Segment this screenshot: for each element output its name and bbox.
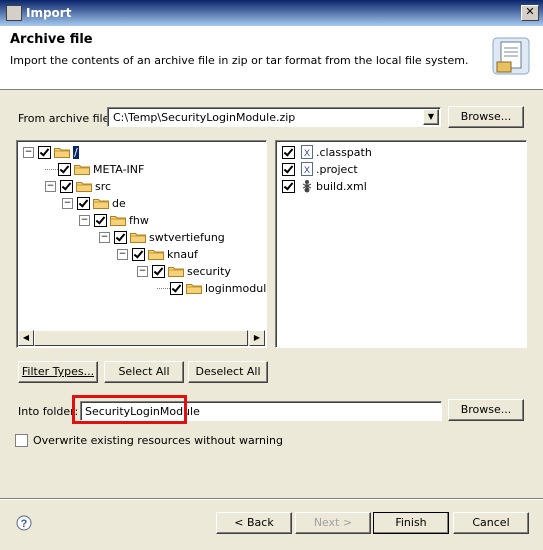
collapse-icon[interactable]: − bbox=[79, 214, 90, 226]
finish-button[interactable]: Finish bbox=[373, 512, 449, 534]
collapse-icon[interactable]: − bbox=[117, 248, 128, 260]
tree-item-checkbox[interactable] bbox=[60, 179, 73, 193]
tree-item-checkbox[interactable] bbox=[132, 247, 145, 261]
xml-file-icon: X bbox=[301, 162, 316, 176]
overwrite-checkbox[interactable]: Overwrite existing resources without war… bbox=[15, 434, 283, 447]
archive-wizard-icon bbox=[492, 37, 530, 75]
folder-icon bbox=[148, 249, 167, 260]
tree-item-label: swtvertiefung bbox=[149, 230, 225, 244]
overwrite-label: Overwrite existing resources without war… bbox=[33, 434, 284, 447]
tree-item-label: de bbox=[112, 196, 126, 210]
tree-item[interactable]: − de bbox=[62, 195, 126, 211]
tree-item-checkbox[interactable] bbox=[114, 230, 127, 244]
into-folder-label: Into folder: bbox=[18, 405, 79, 418]
back-button[interactable]: < Back bbox=[216, 512, 292, 534]
footer-separator bbox=[0, 498, 543, 500]
overwrite-checkbox-box[interactable] bbox=[15, 434, 28, 447]
tree-connector bbox=[45, 168, 58, 170]
file-item-label: .classpath bbox=[316, 145, 372, 159]
tree-item-label: loginmodule bbox=[205, 281, 267, 295]
ant-file-icon bbox=[301, 179, 316, 193]
collapse-icon[interactable]: − bbox=[137, 265, 148, 277]
tree-item[interactable]: − fhw bbox=[79, 212, 149, 228]
tree-item[interactable]: − src bbox=[45, 178, 111, 194]
tree-item[interactable]: − / bbox=[23, 144, 79, 160]
collapse-icon[interactable]: − bbox=[99, 231, 110, 243]
tree-item-checkbox[interactable] bbox=[170, 281, 183, 295]
collapse-icon[interactable]: − bbox=[62, 197, 73, 209]
folder-icon bbox=[54, 147, 73, 158]
folder-icon bbox=[74, 164, 93, 175]
tree-item-checkbox[interactable] bbox=[38, 145, 51, 159]
tree-item-label: src bbox=[95, 179, 112, 193]
scroll-thumb[interactable] bbox=[34, 330, 248, 346]
file-item-checkbox[interactable] bbox=[282, 145, 295, 159]
close-icon[interactable]: ✕ bbox=[521, 5, 539, 21]
collapse-icon[interactable]: − bbox=[23, 146, 34, 158]
next-button[interactable]: Next > bbox=[295, 512, 371, 534]
file-item-checkbox[interactable] bbox=[282, 162, 295, 176]
svg-text:?: ? bbox=[21, 518, 28, 530]
tree-item[interactable]: loginmodule bbox=[157, 280, 267, 296]
select-all-button[interactable]: Select All bbox=[104, 361, 184, 383]
file-item-label: build.xml bbox=[316, 179, 367, 193]
filter-types-button[interactable]: Filter Types... bbox=[18, 361, 98, 383]
file-item-checkbox[interactable] bbox=[282, 179, 295, 193]
folder-tree[interactable]: − / META-INF − src − de − fhw − swtvertiefung − knau… bbox=[16, 140, 267, 348]
chevron-down-icon[interactable]: ▼ bbox=[423, 109, 439, 125]
file-item[interactable]: build.xml bbox=[282, 178, 367, 194]
tree-item-label: / bbox=[73, 145, 79, 159]
xml-file-icon: X bbox=[301, 145, 316, 159]
folder-icon bbox=[110, 215, 129, 226]
tree-horizontal-scrollbar[interactable]: ◀ ▶ bbox=[18, 330, 265, 346]
folder-icon bbox=[186, 283, 205, 294]
archive-browse-button[interactable]: Browse... bbox=[448, 106, 524, 128]
tree-item-label: META-INF bbox=[93, 162, 145, 176]
archive-file-value: C:\Temp\SecurityLoginModule.zip bbox=[113, 111, 296, 124]
scroll-right-icon[interactable]: ▶ bbox=[249, 330, 265, 346]
help-icon[interactable]: ? bbox=[16, 515, 32, 531]
wizard-banner: Archive file Import the contents of an a… bbox=[0, 26, 543, 90]
tree-item[interactable]: META-INF bbox=[45, 161, 144, 177]
file-item-label: .project bbox=[316, 162, 358, 176]
deselect-all-button[interactable]: Deselect All bbox=[188, 361, 268, 383]
title-bar: Import ✕ bbox=[0, 0, 543, 26]
file-item[interactable]: X .classpath bbox=[282, 144, 372, 160]
svg-text:X: X bbox=[304, 148, 310, 158]
tree-item-checkbox[interactable] bbox=[152, 264, 165, 278]
scroll-left-icon[interactable]: ◀ bbox=[18, 330, 34, 346]
tree-item[interactable]: − swtvertiefung bbox=[99, 229, 225, 245]
tree-item-checkbox[interactable] bbox=[77, 196, 90, 210]
tree-connector bbox=[157, 287, 170, 289]
tree-item-label: knauf bbox=[167, 247, 198, 261]
tree-item[interactable]: − security bbox=[137, 263, 231, 279]
folder-browse-button[interactable]: Browse... bbox=[448, 399, 524, 421]
highlight-box bbox=[72, 395, 187, 424]
tree-item-label: fhw bbox=[129, 213, 149, 227]
cancel-button[interactable]: Cancel bbox=[453, 512, 529, 534]
folder-icon bbox=[76, 181, 95, 192]
file-item[interactable]: X .project bbox=[282, 161, 358, 177]
folder-icon bbox=[168, 266, 187, 277]
window-title: Import bbox=[26, 6, 72, 20]
tree-item-checkbox[interactable] bbox=[58, 162, 71, 176]
archive-file-label: From archive file: bbox=[18, 112, 114, 125]
svg-text:X: X bbox=[304, 165, 310, 175]
collapse-icon[interactable]: − bbox=[45, 180, 56, 192]
tree-item-label: security bbox=[187, 264, 231, 278]
page-description: Import the contents of an archive file i… bbox=[10, 54, 469, 67]
archive-file-combo[interactable]: C:\Temp\SecurityLoginModule.zip ▼ bbox=[107, 107, 441, 127]
app-icon bbox=[6, 5, 22, 21]
folder-icon bbox=[93, 198, 112, 209]
tree-item-checkbox[interactable] bbox=[94, 213, 107, 227]
folder-icon bbox=[130, 232, 149, 243]
file-list[interactable]: X .classpath X .project build.xml bbox=[275, 140, 527, 348]
page-title: Archive file bbox=[10, 32, 93, 47]
tree-item[interactable]: − knauf bbox=[117, 246, 198, 262]
